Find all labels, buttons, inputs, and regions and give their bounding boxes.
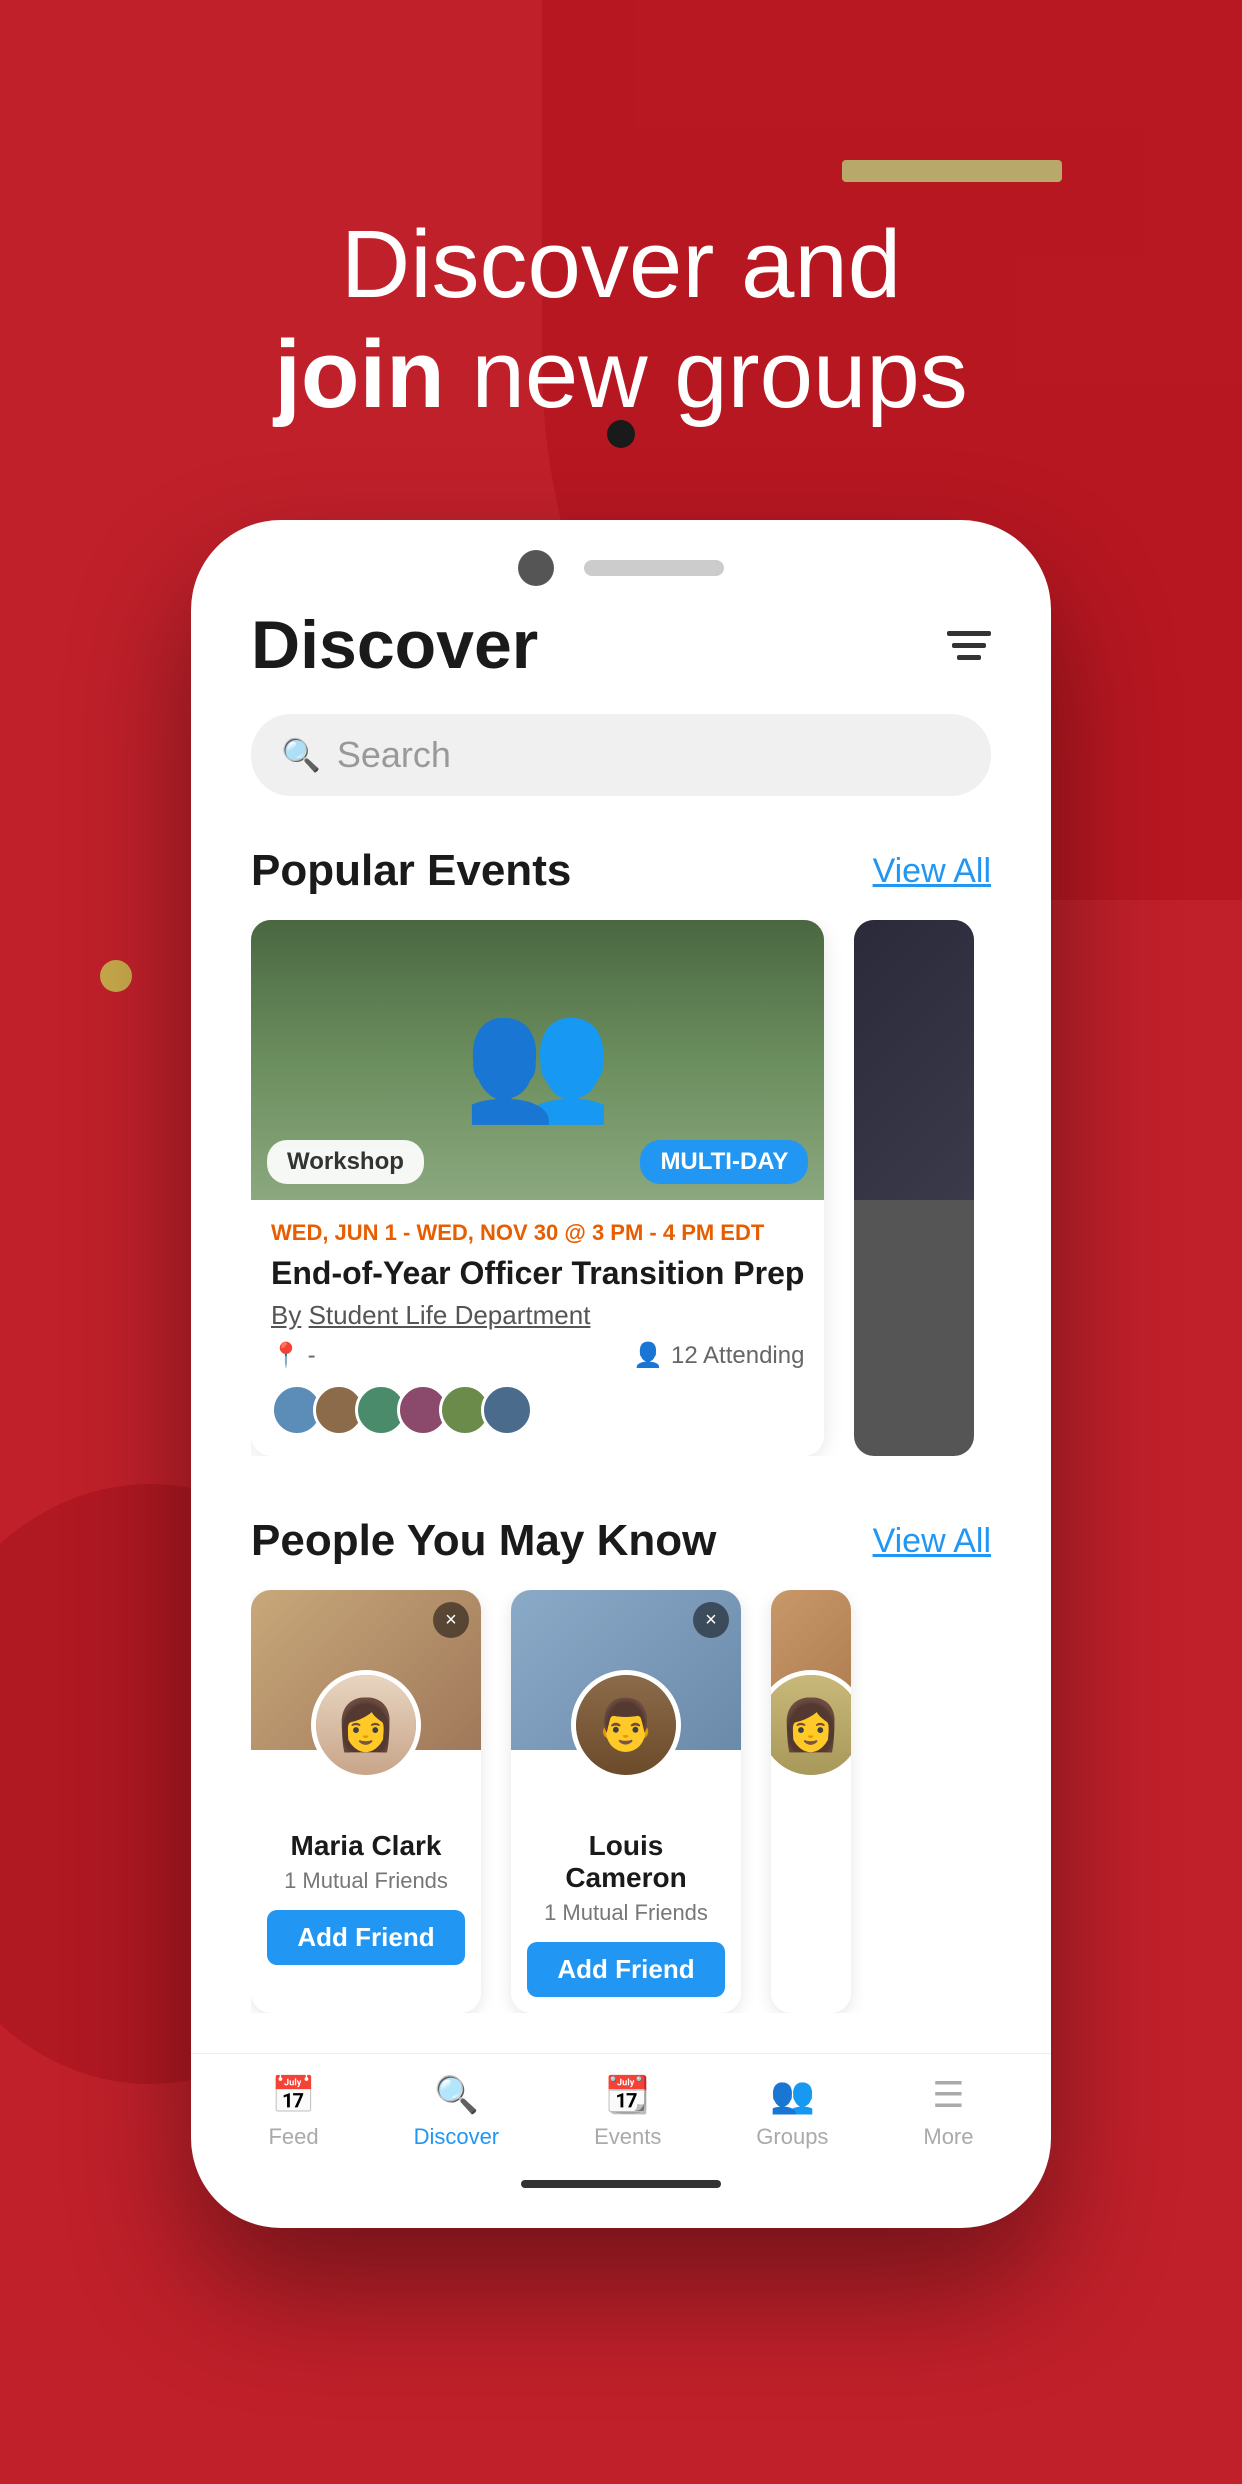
event-date: WED, JUN 1 - WED, NOV 30 @ 3 PM - 4 PM E…: [271, 1220, 804, 1246]
accent-bar: [842, 160, 1062, 182]
filter-line-1: [947, 631, 991, 636]
event-organizer: By Student Life Department: [271, 1300, 804, 1331]
add-friend-louis[interactable]: Add Friend: [527, 1942, 725, 1997]
event-info: WED, JUN 1 - WED, NOV 30 @ 3 PM - 4 PM E…: [251, 1200, 824, 1456]
person-name-louis: Louis Cameron: [527, 1830, 725, 1894]
event-name: End-of-Year Officer Transition Prep: [271, 1254, 804, 1292]
bottom-nav: 📅 Feed 🔍 Discover 📆 Events 👥 Groups ☰ Mo…: [191, 2053, 1051, 2160]
nav-events-label: Events: [594, 2124, 661, 2150]
add-friend-maria[interactable]: Add Friend: [267, 1910, 465, 1965]
phone-speaker: [584, 560, 724, 576]
filter-line-3: [957, 655, 981, 660]
avatar-third: 👩: [771, 1670, 851, 1780]
app-header: Discover: [251, 606, 991, 684]
nav-feed[interactable]: 📅 Feed: [268, 2074, 318, 2150]
event-attending: 👤 12 Attending: [633, 1341, 804, 1370]
popular-events-view-all[interactable]: View All: [873, 852, 991, 891]
nav-events[interactable]: 📆 Events: [594, 2074, 661, 2150]
filter-button[interactable]: [947, 631, 991, 660]
person-card-maria[interactable]: × 👩 Maria Clark 1 Mutual Friends Add Fri…: [251, 1590, 481, 2013]
nav-discover-label: Discover: [414, 2124, 500, 2150]
phone-camera: [518, 550, 554, 586]
nav-more-label: More: [923, 2124, 973, 2150]
search-bar[interactable]: 🔍 Search: [251, 714, 991, 796]
person-card-partial: 👩: [771, 1590, 851, 2013]
person-info-maria: Maria Clark 1 Mutual Friends Add Friend: [251, 1820, 481, 1981]
phone-top-bar: [191, 520, 1051, 606]
nav-groups[interactable]: 👥 Groups: [756, 2074, 828, 2150]
avatar-louis: 👨: [571, 1670, 681, 1780]
popular-events-title: Popular Events: [251, 846, 571, 896]
nav-more[interactable]: ☰ More: [923, 2074, 973, 2150]
avatar-maria-inner: 👩: [316, 1675, 416, 1775]
event-details-row: 📍 - 👤 12 Attending: [271, 1341, 804, 1370]
event-card-2-partial: [854, 920, 974, 1456]
person-card-louis[interactable]: × 👨 Louis Cameron 1 Mutual Friends Add F…: [511, 1590, 741, 2013]
avatar-third-inner: 👩: [771, 1675, 851, 1775]
popular-events-header: Popular Events View All: [251, 846, 991, 896]
hero-section: Discover and join new groups: [171, 210, 1071, 431]
event-location: 📍 -: [271, 1341, 316, 1370]
person-mutual-louis: 1 Mutual Friends: [527, 1900, 725, 1926]
partial-card-bg: [854, 920, 974, 1200]
more-icon: ☰: [932, 2074, 964, 2116]
search-icon: 🔍: [281, 736, 321, 774]
people-view-all[interactable]: View All: [873, 1522, 991, 1561]
dot-mid-left: [100, 960, 132, 992]
nav-groups-label: Groups: [756, 2124, 828, 2150]
filter-line-2: [952, 643, 986, 648]
hero-title: Discover and join new groups: [171, 210, 1071, 431]
avatar-maria: 👩: [311, 1670, 421, 1780]
people-section-title: People You May Know: [251, 1516, 716, 1566]
dot-top: [607, 420, 635, 448]
nav-discover[interactable]: 🔍 Discover: [414, 2074, 500, 2150]
attendee-6: [481, 1384, 533, 1436]
person-mutual-maria: 1 Mutual Friends: [267, 1868, 465, 1894]
event-card-1[interactable]: Workshop MULTI-DAY WED, JUN 1 - WED, NOV…: [251, 920, 824, 1456]
events-list: Workshop MULTI-DAY WED, JUN 1 - WED, NOV…: [251, 920, 991, 1456]
groups-icon: 👥: [770, 2074, 815, 2116]
attendee-avatars: [271, 1384, 804, 1436]
multi-day-badge: MULTI-DAY: [640, 1140, 808, 1184]
dot-bottom: [603, 2188, 639, 2224]
avatar-louis-inner: 👨: [576, 1675, 676, 1775]
workshop-badge: Workshop: [267, 1140, 424, 1184]
discover-icon: 🔍: [434, 2074, 479, 2116]
feed-icon: 📅: [271, 2074, 316, 2116]
people-section-header: People You May Know View All: [251, 1516, 991, 1566]
app-content: Discover 🔍 Search Popular Events View Al…: [191, 606, 1051, 2013]
nav-feed-label: Feed: [268, 2124, 318, 2150]
phone-mockup: Discover 🔍 Search Popular Events View Al…: [191, 520, 1051, 2228]
event-card-image: Workshop MULTI-DAY: [251, 920, 824, 1200]
page-title: Discover: [251, 606, 538, 684]
person-info-louis: Louis Cameron 1 Mutual Friends Add Frien…: [511, 1820, 741, 2013]
search-input[interactable]: Search: [337, 734, 451, 776]
person-name-maria: Maria Clark: [267, 1830, 465, 1862]
events-icon: 📆: [605, 2074, 650, 2116]
people-list: × 👩 Maria Clark 1 Mutual Friends Add Fri…: [251, 1590, 991, 2013]
